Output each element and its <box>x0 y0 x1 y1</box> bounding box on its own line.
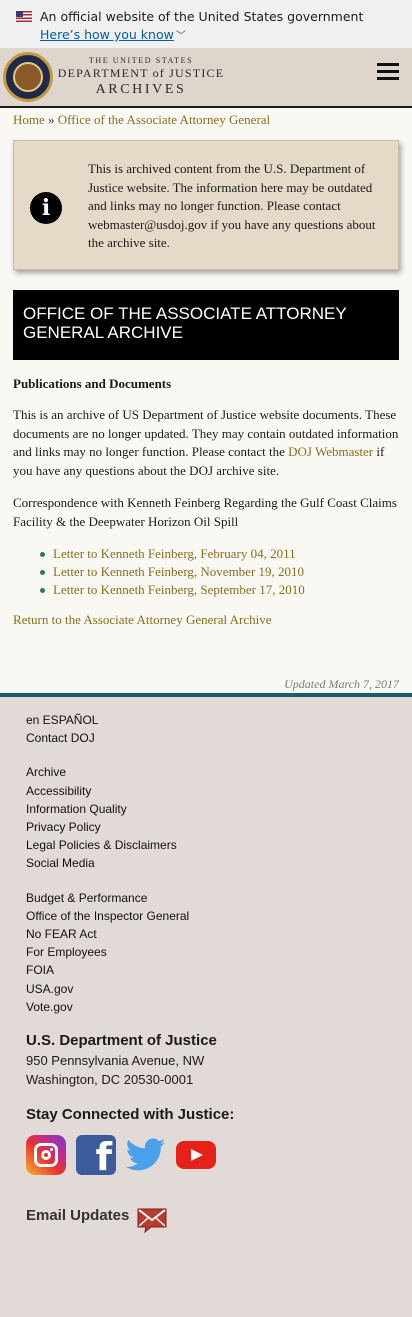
footer-link-information-quality[interactable]: Information Quality <box>26 800 386 818</box>
footer-link-espanol[interactable]: en ESPAÑOL <box>26 711 386 729</box>
youtube-icon[interactable] <box>176 1135 216 1175</box>
footer-link-budget[interactable]: Budget & Performance <box>26 889 386 907</box>
footer-link-usa-gov[interactable]: USA.gov <box>26 980 386 998</box>
address-line-2: Washington, DC 20530-0001 <box>26 1072 194 1088</box>
letter-link[interactable]: Letter to Kenneth Feinberg, September 17… <box>53 582 305 597</box>
letter-link[interactable]: Letter to Kenneth Feinberg, November 19,… <box>53 564 304 579</box>
page-title: OFFICE OF THE ASSOCIATE ATTORNEY GENERAL… <box>13 290 399 360</box>
footer-link-contact[interactable]: Contact DOJ <box>26 729 386 747</box>
info-icon: i <box>30 192 62 224</box>
footer-link-inspector-general[interactable]: Office of the Inspector General <box>26 907 386 925</box>
instagram-icon[interactable] <box>26 1135 66 1176</box>
archive-notice: i This is archived content from the U.S.… <box>13 140 399 270</box>
updated-date: Updated March 7, 2017 <box>284 677 399 691</box>
chevron-down-icon: ﹀ <box>175 31 186 42</box>
gov-banner: An official website of the United States… <box>0 0 412 48</box>
main-content: Publications and Documents This is an ar… <box>0 376 412 628</box>
social-links: f <box>26 1135 386 1176</box>
footer-links-group-1: en ESPAÑOL Contact DOJ <box>26 711 386 747</box>
list-item: Letter to Kenneth Feinberg, February 04,… <box>40 545 399 563</box>
site-footer: en ESPAÑOL Contact DOJ Archive Accessibi… <box>0 697 412 1317</box>
list-item: Letter to Kenneth Feinberg, November 19,… <box>40 563 399 581</box>
breadcrumb-separator: » <box>44 112 58 127</box>
footer-link-accessibility[interactable]: Accessibility <box>26 782 386 800</box>
breadcrumb-home-link[interactable]: Home <box>13 112 45 127</box>
footer-links-group-3: Budget & Performance Office of the Inspe… <box>26 889 386 1016</box>
section-title: Publications and Documents <box>13 376 172 391</box>
intro-paragraph: This is an archive of US Department of J… <box>13 406 399 480</box>
address-line-1: 950 Pennsylvania Avenue, NW <box>26 1053 205 1069</box>
gov-banner-row: An official website of the United States… <box>16 7 412 25</box>
wordmark-line-3: ARCHIVES <box>95 82 187 97</box>
gov-banner-text: An official website of the United States… <box>40 8 364 24</box>
footer-link-legal-policies[interactable]: Legal Policies & Disclaimers <box>26 836 386 854</box>
wordmark-line-1: THE UNITED STATES <box>88 56 194 65</box>
list-item: Letter to Kenneth Feinberg, September 17… <box>40 581 399 599</box>
facebook-glyph: f <box>95 1135 112 1176</box>
letters-list: Letter to Kenneth Feinberg, February 04,… <box>13 545 399 599</box>
stay-connected-heading: Stay Connected with Justice: <box>26 1106 235 1124</box>
footer-link-archive[interactable]: Archive <box>26 763 386 781</box>
footer-link-no-fear-act[interactable]: No FEAR Act <box>26 925 386 943</box>
footer-org-name: U.S. Department of Justice <box>26 1032 217 1050</box>
footer-link-for-employees[interactable]: For Employees <box>26 943 386 961</box>
facebook-icon[interactable]: f <box>76 1135 116 1176</box>
letter-link[interactable]: Letter to Kenneth Feinberg, February 04,… <box>53 546 296 561</box>
email-updates[interactable]: Email Updates <box>26 1197 386 1234</box>
breadcrumb: Home » Office of the Associate Attorney … <box>0 108 412 136</box>
us-flag-icon <box>16 10 32 22</box>
envelope-icon <box>137 1208 167 1234</box>
doj-archives-wordmark[interactable]: THE UNITED STATES DEPARTMENT of JUSTICE … <box>56 56 226 98</box>
twitter-icon[interactable] <box>126 1135 166 1175</box>
footer-link-privacy-policy[interactable]: Privacy Policy <box>26 818 386 836</box>
footer-address: 950 Pennsylvania Avenue, NW Washington, … <box>26 1051 386 1089</box>
breadcrumb-current-link[interactable]: Office of the Associate Attorney General <box>58 112 270 127</box>
hamburger-menu-icon[interactable] <box>377 63 399 80</box>
correspondence-heading: Correspondence with Kenneth Feinberg Reg… <box>13 495 397 529</box>
footer-links-group-2: Archive Accessibility Information Qualit… <box>26 763 386 872</box>
footer-link-social-media[interactable]: Social Media <box>26 854 386 872</box>
site-header: THE UNITED STATES DEPARTMENT of JUSTICE … <box>0 48 412 108</box>
archive-notice-text: This is archived content from the U.S. D… <box>88 161 376 250</box>
doj-webmaster-link[interactable]: DOJ Webmaster <box>288 444 373 459</box>
footer-link-foia[interactable]: FOIA <box>26 961 386 979</box>
doj-seal-logo[interactable] <box>3 52 53 102</box>
wordmark-line-2: DEPARTMENT of JUSTICE <box>57 66 225 80</box>
footer-link-vote-gov[interactable]: Vote.gov <box>26 998 386 1016</box>
return-to-archive-link[interactable]: Return to the Associate Attorney General… <box>13 612 399 628</box>
heres-how-you-know-label: Here’s how you know <box>40 27 174 42</box>
heres-how-you-know-link[interactable]: Here’s how you know ﹀ <box>40 27 412 42</box>
email-updates-label: Email Updates <box>26 1206 130 1224</box>
seal-eagle-icon <box>13 62 43 92</box>
